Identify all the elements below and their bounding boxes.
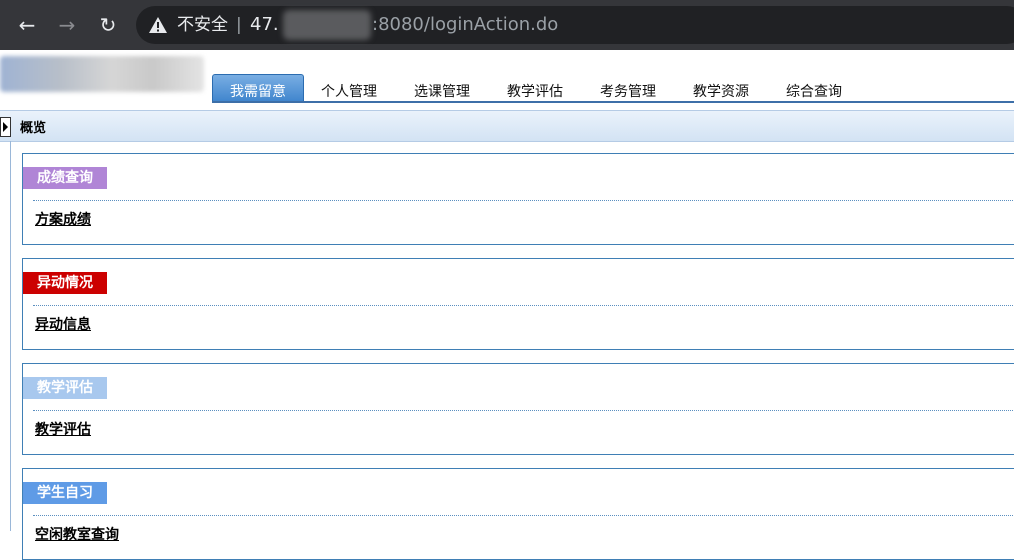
divider xyxy=(33,410,1014,411)
card-status-change: 异动情况 异动信息 xyxy=(22,258,1014,350)
tab-query[interactable]: 综合查询 xyxy=(786,74,842,102)
site-logo xyxy=(0,56,204,92)
tab-underline xyxy=(212,101,1014,103)
back-icon[interactable]: ← xyxy=(12,10,42,40)
tab-resources[interactable]: 教学资源 xyxy=(693,74,749,102)
expand-toggle-icon[interactable] xyxy=(0,117,11,137)
redacted-host xyxy=(283,10,371,40)
left-divider xyxy=(10,141,11,531)
url-host[interactable]: 47. xyxy=(250,14,279,36)
grades-link[interactable]: 方案成绩 xyxy=(35,209,91,229)
card-evaluation: 教学评估 教学评估 xyxy=(22,363,1014,455)
card-self-study: 学生自习 空闲教室查询 xyxy=(22,468,1014,560)
url-separator: | xyxy=(236,15,242,35)
card-label: 学生自习 xyxy=(23,482,107,504)
tab-exams[interactable]: 考务管理 xyxy=(600,74,656,102)
browser-toolbar: ← → ↻ 不安全 | 47. :8080/loginAction.do xyxy=(0,0,1014,50)
divider xyxy=(33,200,1014,201)
tab-personal[interactable]: 个人管理 xyxy=(321,74,377,102)
address-bar[interactable]: 不安全 | 47. :8080/loginAction.do xyxy=(136,6,1014,44)
warning-icon[interactable] xyxy=(148,15,168,35)
tab-course-selection[interactable]: 选课管理 xyxy=(414,74,470,102)
tab-attention[interactable]: 我需留意 xyxy=(212,74,304,103)
card-label: 成绩查询 xyxy=(23,167,107,189)
card-label: 异动情况 xyxy=(23,272,107,294)
divider xyxy=(33,515,1014,516)
status-change-link[interactable]: 异动信息 xyxy=(35,314,91,334)
tab-evaluation[interactable]: 教学评估 xyxy=(507,74,563,102)
overview-bar: 概览 xyxy=(0,110,1014,142)
card-label: 教学评估 xyxy=(23,377,107,399)
url-path[interactable]: :8080/loginAction.do xyxy=(372,14,558,36)
reload-icon[interactable]: ↻ xyxy=(93,10,123,40)
security-label[interactable]: 不安全 xyxy=(177,14,228,36)
free-classroom-link[interactable]: 空闲教室查询 xyxy=(35,524,119,544)
divider xyxy=(33,305,1014,306)
section-title: 概览 xyxy=(20,121,47,136)
evaluation-link[interactable]: 教学评估 xyxy=(35,419,91,439)
card-grades: 成绩查询 方案成绩 xyxy=(22,153,1014,245)
forward-icon[interactable]: → xyxy=(52,10,82,40)
